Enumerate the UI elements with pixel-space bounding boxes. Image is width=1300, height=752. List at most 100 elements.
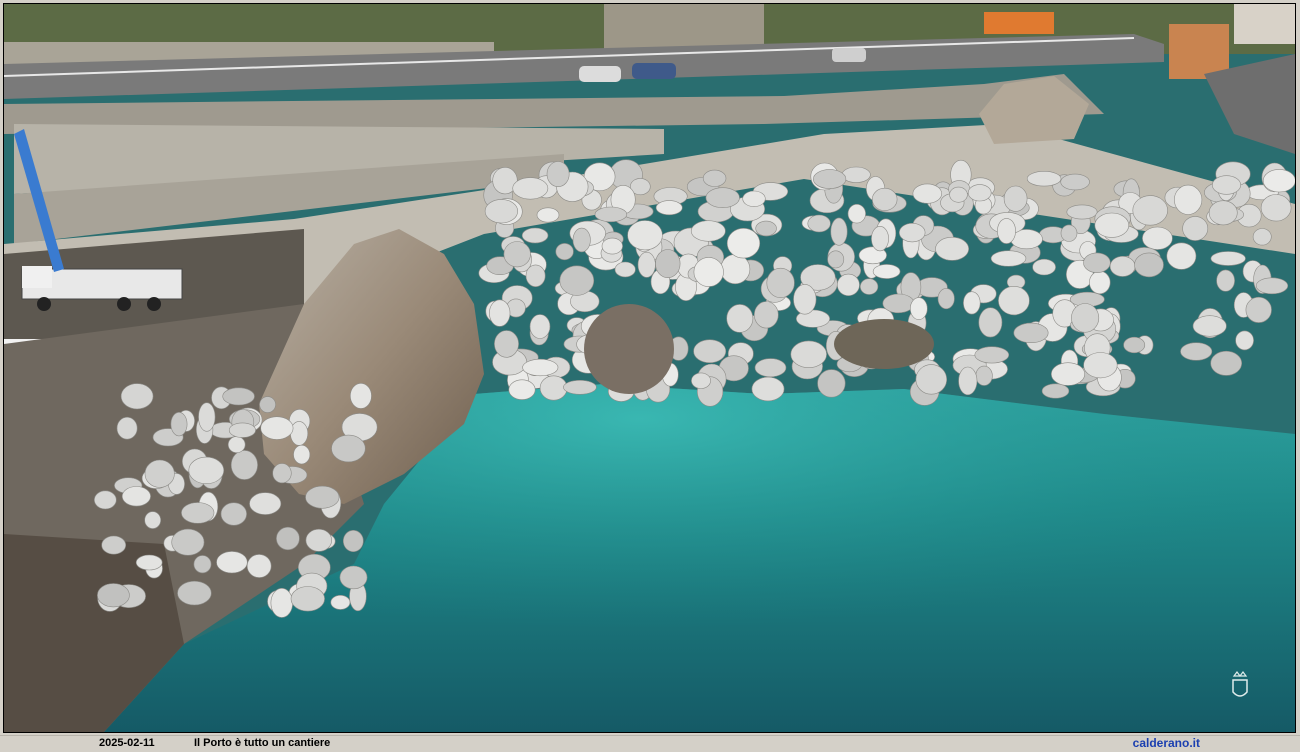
caption-bar: 2025-02-11 Il Porto è tutto un cantiere … bbox=[0, 735, 1300, 752]
boulder bbox=[594, 206, 628, 223]
boulder bbox=[1060, 224, 1078, 242]
boulder bbox=[521, 227, 549, 244]
boulder bbox=[937, 288, 955, 310]
boulder bbox=[949, 186, 968, 203]
boulder bbox=[978, 307, 1003, 338]
boulder bbox=[121, 486, 151, 507]
boulder bbox=[135, 554, 163, 571]
boulder bbox=[812, 169, 847, 189]
boulder bbox=[1235, 330, 1254, 351]
boulder bbox=[116, 416, 138, 440]
dark-boulder bbox=[834, 319, 934, 369]
boulder bbox=[230, 450, 258, 480]
truck-wheel bbox=[147, 297, 161, 311]
boulder bbox=[563, 379, 597, 395]
car bbox=[832, 48, 866, 62]
photo-viewer: 2025-02-11 Il Porto è tutto un cantiere … bbox=[0, 0, 1300, 752]
boulder bbox=[817, 369, 846, 398]
boulder bbox=[614, 261, 636, 278]
boulder bbox=[898, 223, 926, 243]
boulder bbox=[305, 485, 340, 509]
truck-wheel bbox=[37, 297, 51, 311]
boulder bbox=[882, 293, 915, 314]
boulder bbox=[693, 257, 724, 287]
boulder bbox=[909, 297, 928, 320]
boulder bbox=[97, 583, 130, 608]
boulder bbox=[559, 265, 595, 296]
boulder bbox=[1192, 315, 1227, 337]
boulder bbox=[259, 396, 276, 413]
boulder bbox=[1066, 204, 1098, 220]
boulder bbox=[272, 463, 292, 484]
boulder bbox=[270, 588, 293, 618]
boulder bbox=[525, 264, 546, 287]
boulder bbox=[536, 207, 560, 223]
boulder bbox=[837, 273, 860, 297]
boulder bbox=[841, 166, 871, 183]
boulder bbox=[1216, 269, 1235, 292]
photo-date: 2025-02-11 bbox=[99, 737, 155, 749]
boulder bbox=[990, 250, 1027, 267]
boulder bbox=[726, 304, 754, 333]
boulder bbox=[655, 200, 683, 216]
boulder bbox=[1109, 255, 1136, 277]
boulder bbox=[494, 330, 519, 358]
boulder bbox=[601, 237, 623, 255]
boulder bbox=[188, 456, 225, 485]
boulder bbox=[655, 249, 681, 279]
boulder bbox=[997, 218, 1016, 244]
boulder bbox=[1182, 216, 1209, 241]
boulder bbox=[555, 243, 574, 261]
boulder bbox=[170, 412, 188, 437]
boulder bbox=[755, 220, 777, 237]
construction-fence bbox=[984, 12, 1054, 34]
boulder bbox=[691, 372, 711, 389]
boulder bbox=[171, 528, 205, 556]
boulder bbox=[1083, 352, 1118, 379]
boulder bbox=[305, 528, 332, 552]
boulder bbox=[1252, 228, 1272, 246]
boulder bbox=[753, 301, 779, 329]
boulder bbox=[330, 595, 351, 610]
boulder bbox=[915, 364, 947, 395]
car bbox=[579, 66, 621, 82]
boulder bbox=[331, 434, 366, 463]
photo-title: Il Porto è tutto un cantiere bbox=[194, 737, 331, 749]
boulder bbox=[935, 236, 970, 261]
boulder bbox=[974, 346, 1010, 364]
boulder bbox=[101, 535, 126, 555]
boulder bbox=[198, 402, 216, 432]
boulder bbox=[793, 284, 817, 315]
boulder bbox=[290, 421, 309, 446]
boulder bbox=[912, 183, 942, 204]
boulder bbox=[751, 376, 785, 402]
boulder bbox=[1003, 185, 1028, 212]
boulder bbox=[193, 555, 212, 574]
boulder bbox=[1166, 242, 1197, 270]
boulder bbox=[693, 339, 727, 364]
boulder bbox=[293, 444, 311, 465]
aerial-photo-illustration bbox=[4, 4, 1295, 732]
boulder bbox=[1210, 251, 1246, 266]
boulder bbox=[222, 387, 255, 406]
boulder bbox=[963, 291, 981, 315]
boulder bbox=[1260, 194, 1292, 222]
boulder bbox=[489, 299, 511, 327]
boulder bbox=[998, 286, 1030, 316]
boulder bbox=[1013, 322, 1049, 344]
boulder bbox=[227, 436, 246, 454]
boulder bbox=[637, 251, 656, 278]
boulder bbox=[726, 228, 761, 259]
boulder bbox=[1041, 383, 1070, 399]
boulder bbox=[705, 187, 740, 208]
boulder bbox=[572, 227, 591, 253]
boulder bbox=[522, 358, 559, 377]
boulder bbox=[872, 264, 901, 279]
boulder bbox=[539, 375, 568, 401]
site-link[interactable]: calderano.it bbox=[1133, 736, 1200, 750]
building bbox=[1234, 4, 1295, 44]
boulder bbox=[807, 214, 831, 233]
boulder bbox=[766, 267, 795, 298]
boulder bbox=[1255, 277, 1289, 295]
boulder bbox=[1051, 362, 1086, 386]
